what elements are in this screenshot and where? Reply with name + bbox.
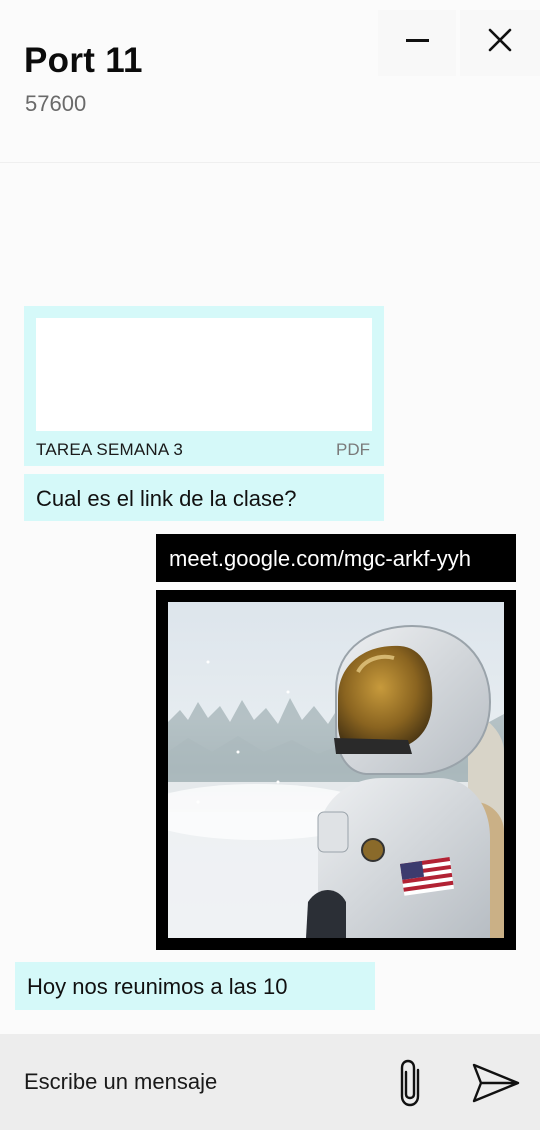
incoming-message: Hoy nos reunimos a las 10 (15, 962, 375, 1010)
message-text: Cual es el link de la clase? (36, 486, 297, 511)
message-input[interactable] (24, 1064, 374, 1100)
close-button[interactable] (460, 10, 540, 76)
outgoing-message: meet.google.com/mgc-arkf-yyh (156, 534, 516, 582)
chat-subtitle: 57600 (25, 91, 87, 116)
astronaut-in-snow-photo (168, 602, 504, 938)
minus-icon (405, 38, 429, 42)
file-preview (36, 318, 372, 431)
image-message[interactable] (156, 590, 516, 950)
message-text: meet.google.com/mgc-arkf-yyh (169, 546, 471, 571)
message-composer (0, 1034, 540, 1130)
chat-title: Port 11 (24, 41, 143, 80)
close-icon (488, 28, 512, 52)
incoming-message: Cual es el link de la clase? (24, 474, 384, 521)
file-extension: PDF (336, 440, 370, 459)
minimize-button[interactable] (378, 10, 456, 76)
file-message[interactable]: TAREA SEMANA 3 PDF (24, 306, 384, 466)
file-name: TAREA SEMANA 3 (36, 440, 184, 459)
paperclip-icon[interactable] (394, 1058, 434, 1110)
message-text: Hoy nos reunimos a las 10 (27, 974, 288, 999)
send-icon[interactable] (470, 1061, 522, 1105)
chat-header: Port 11 57600 (0, 0, 540, 163)
